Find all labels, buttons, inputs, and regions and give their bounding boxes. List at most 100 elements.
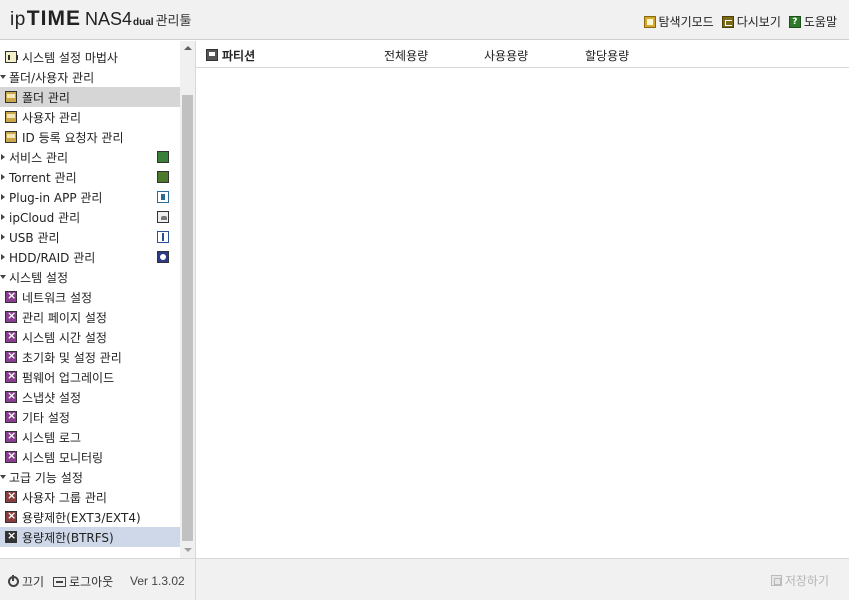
reload-link[interactable]: 다시보기 [721,13,781,30]
sidebar-item-label: USB 관리 [9,230,60,245]
sidebar-item-firmware-upgrade[interactable]: 펌웨어 업그레이드 [0,367,180,387]
sidebar-group-hdd-raid[interactable]: HDD/RAID 관리 [0,247,180,267]
sidebar-item-user-management[interactable]: 사용자 관리 [0,107,180,127]
collapse-arrow-icon [1,174,5,180]
sidebar-item-label: 사용자 그룹 관리 [22,490,107,505]
sidebar-item-id-request-management[interactable]: ID 등록 요청자 관리 [0,127,180,147]
collapse-arrow-icon [1,214,5,220]
sidebar-item-label: 용량제한(EXT3/EXT4) [22,510,141,525]
torrent-icon [157,171,169,183]
sidebar-item-label: 스냅샷 설정 [22,390,82,405]
footer-right: 저장하기 [196,558,849,600]
sidebar-item-folder-management[interactable]: 폴더 관리 [0,87,180,107]
sidebar-group-ipcloud[interactable]: ipCloud 관리 [0,207,180,227]
sidebar-item-label: 초기화 및 설정 관리 [22,350,122,365]
collapse-arrow-icon [1,194,5,200]
sidebar-item-misc-settings[interactable]: 기타 설정 [0,407,180,427]
version-label: Ver 1.3.02 [130,574,185,588]
sidebar-item-label: 시스템 설정 마법사 [22,50,118,65]
sidebar-item-label: 네트워크 설정 [22,290,93,305]
logo-time: TIME [26,7,81,30]
cloud-icon [157,211,169,223]
sidebar-group-service[interactable]: 서비스 관리 [0,147,180,167]
help-link[interactable]: ? 도움말 [788,13,837,30]
sidebar-item-system-monitoring[interactable]: 시스템 모니터링 [0,447,180,467]
sidebar-group-folder-user[interactable]: 폴더/사용자 관리 [0,67,180,87]
system-icon [5,409,17,423]
logo-dual: dual [133,17,154,28]
expand-arrow-icon [0,75,6,79]
save-button[interactable]: 저장하기 [770,572,829,589]
partition-table-header: 파티션 전체용량 사용용량 할당용량 [196,41,849,68]
expand-arrow-icon [0,275,6,279]
partition-icon [206,49,218,61]
plugin-icon [157,191,169,203]
sidebar-item-label: 시스템 시간 설정 [22,330,107,345]
sidebar-group-advanced-settings[interactable]: 고급 기능 설정 [0,467,180,487]
scroll-down-arrow-icon[interactable] [180,543,195,558]
sidebar-item-label: ID 등록 요청자 관리 [22,130,124,145]
sidebar-item-label: 폴더 관리 [22,90,70,105]
quota-icon [5,529,17,543]
sidebar-group-torrent[interactable]: Torrent 관리 [0,167,180,187]
sidebar-item-label: Plug-in APP 관리 [9,190,103,205]
system-icon [5,449,17,463]
sidebar-item-user-group-management[interactable]: 사용자 그룹 관리 [0,487,180,507]
sidebar-item-setup-wizard[interactable]: 시스템 설정 마법사 [0,47,180,67]
advanced-icon [5,489,17,503]
sidebar-item-label: 사용자 관리 [22,110,82,125]
save-label: 저장하기 [784,574,829,588]
logo-ip: ip [10,9,26,30]
sidebar-item-admin-page-settings[interactable]: 관리 페이지 설정 [0,307,180,327]
sidebar-scrollbar[interactable] [180,41,195,558]
sidebar-group-system-settings[interactable]: 시스템 설정 [0,267,180,287]
header: ip TIME NAS4 dual 관리툴 탐색기모드 다시보기 ? 도움말 [0,0,849,40]
service-icon [157,151,169,163]
column-used-capacity: 사용용량 [484,49,529,63]
sidebar-item-quota-ext[interactable]: 용량제한(EXT3/EXT4) [0,507,180,527]
logout-button[interactable]: 로그아웃 [53,573,113,590]
sidebar-group-usb[interactable]: USB 관리 [0,227,180,247]
folder-icon [5,111,17,123]
sidebar-item-reset-and-config[interactable]: 초기화 및 설정 관리 [0,347,180,367]
sidebar-item-label: 관리 페이지 설정 [22,310,107,325]
sidebar-item-snapshot-settings[interactable]: 스냅샷 설정 [0,387,180,407]
column-partition: 파티션 [222,49,256,63]
reload-icon [721,15,734,28]
sidebar-item-label: 폴더/사용자 관리 [9,70,95,85]
sidebar-item-label: 용량제한(BTRFS) [22,530,114,545]
sidebar-group-plugin-app[interactable]: Plug-in APP 관리 [0,187,180,207]
sidebar-item-label: 펌웨어 업그레이드 [22,370,115,385]
wizard-icon [5,51,18,63]
footer-left: 끄기 로그아웃 Ver 1.3.02 [0,558,196,600]
expand-arrow-icon [0,475,6,479]
logo-suffix: 관리툴 [155,14,192,29]
power-off-button[interactable]: 끄기 [8,573,44,590]
sidebar-item-label: 시스템 설정 [9,270,69,285]
sidebar-item-label: 시스템 로그 [22,430,82,445]
sidebar-item-label: HDD/RAID 관리 [9,250,96,265]
app-logo: ip TIME NAS4 dual 관리툴 [10,7,191,33]
sidebar-item-network-settings[interactable]: 네트워크 설정 [0,287,180,307]
save-icon [770,575,782,586]
sidebar-item-system-time-settings[interactable]: 시스템 시간 설정 [0,327,180,347]
collapse-arrow-icon [1,234,5,240]
reload-label: 다시보기 [736,15,781,29]
explorer-icon [643,15,656,28]
system-icon [5,309,17,323]
sidebar-item-label: ipCloud 관리 [9,210,81,225]
advanced-icon [5,509,17,523]
system-icon [5,349,17,363]
menu-list: 시스템 설정 마법사 폴더/사용자 관리 폴더 관리 사용자 관리 ID 등록 … [0,41,180,547]
collapse-arrow-icon [1,254,5,260]
sidebar-item-quota-btrfs[interactable]: 용량제한(BTRFS) [0,527,180,547]
sidebar-item-system-log[interactable]: 시스템 로그 [0,427,180,447]
sidebar-item-label: 기타 설정 [22,410,70,425]
scrollbar-thumb[interactable] [182,95,193,541]
explorer-mode-link[interactable]: 탐색기모드 [643,13,714,30]
main-panel: 파티션 전체용량 사용용량 할당용량 [196,41,849,558]
scroll-up-arrow-icon[interactable] [180,41,195,56]
folder-icon [5,131,17,143]
system-icon [5,389,17,403]
hdd-icon [157,251,169,263]
